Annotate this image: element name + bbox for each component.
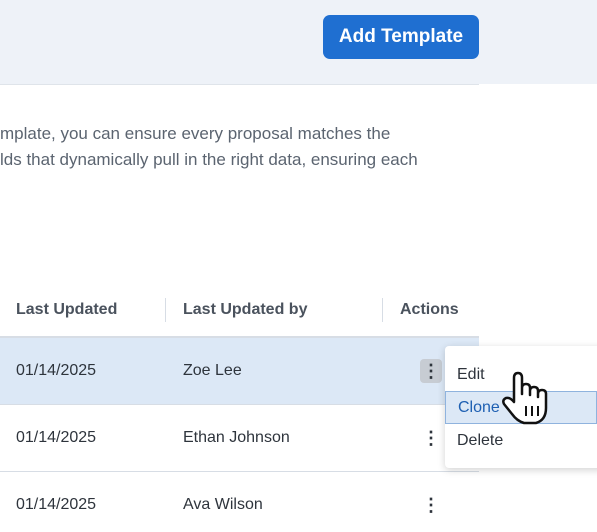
menu-item-clone[interactable]: Clone bbox=[445, 391, 597, 424]
column-header-last-updated[interactable]: Last Updated bbox=[16, 282, 117, 338]
table-row[interactable]: 01/14/2025 Zoe Lee ⋮ bbox=[0, 338, 479, 405]
cell-last-updated: 01/14/2025 bbox=[16, 496, 97, 513]
add-template-button[interactable]: Add Template bbox=[323, 15, 479, 59]
column-separator bbox=[165, 298, 166, 322]
menu-item-delete[interactable]: Delete bbox=[445, 424, 597, 457]
cell-last-updated-by: Zoe Lee bbox=[183, 362, 242, 379]
table-row[interactable]: 01/14/2025 Ava Wilson ⋮ bbox=[0, 472, 479, 532]
column-separator bbox=[382, 298, 383, 322]
header-divider bbox=[0, 84, 479, 85]
kebab-menu-icon[interactable]: ⋮ bbox=[420, 493, 442, 517]
description-line: lds that dynamically pull in the right d… bbox=[0, 150, 418, 169]
cell-last-updated-by: Ava Wilson bbox=[183, 496, 263, 513]
table-row[interactable]: 01/14/2025 Ethan Johnson ⋮ bbox=[0, 405, 479, 472]
cell-last-updated-by: Ethan Johnson bbox=[183, 429, 290, 446]
kebab-menu-icon[interactable]: ⋮ bbox=[420, 426, 442, 450]
table-header: Last Updated Last Updated by Actions bbox=[0, 282, 479, 338]
row-actions-menu: Edit Clone Delete bbox=[445, 346, 597, 468]
templates-table: Last Updated Last Updated by Actions 01/… bbox=[0, 282, 479, 532]
cell-last-updated: 01/14/2025 bbox=[16, 429, 97, 446]
page-header: Add Template bbox=[0, 0, 597, 84]
description-line: mplate, you can ensure every proposal ma… bbox=[0, 124, 391, 143]
column-header-last-updated-by[interactable]: Last Updated by bbox=[183, 282, 307, 338]
template-description: mplate, you can ensure every proposal ma… bbox=[0, 121, 479, 173]
column-header-actions: Actions bbox=[400, 301, 459, 318]
cell-last-updated: 01/14/2025 bbox=[16, 362, 97, 379]
menu-item-edit[interactable]: Edit bbox=[445, 358, 597, 391]
kebab-menu-icon[interactable]: ⋮ bbox=[420, 359, 442, 383]
